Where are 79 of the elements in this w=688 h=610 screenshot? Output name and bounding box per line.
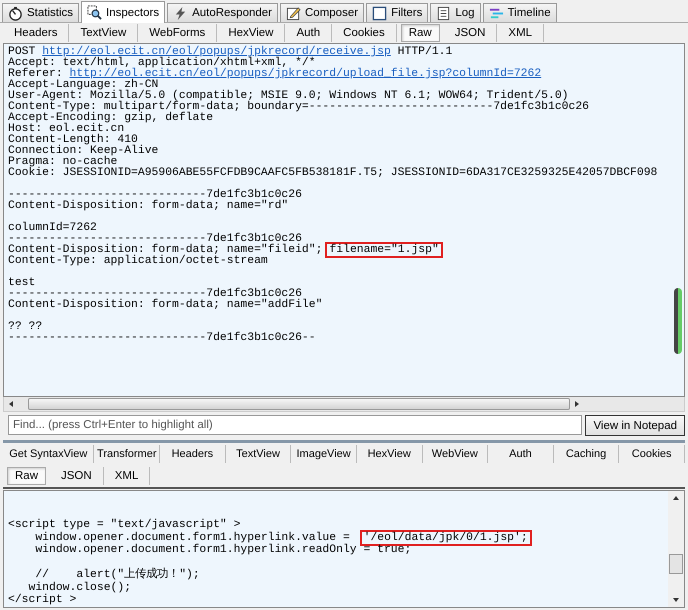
- up-arrow-icon[interactable]: [672, 494, 680, 502]
- view-tab[interactable]: Headers: [3, 24, 70, 42]
- main-tab[interactable]: Log: [430, 3, 481, 22]
- code-text: Content-Disposition: form-data; name="rd": [8, 200, 288, 212]
- code-text: Content-Disposition: form-data; name="fileid";: [8, 244, 322, 256]
- view-tab[interactable]: TextView: [69, 24, 138, 42]
- view-tab[interactable]: Cookies: [332, 24, 397, 42]
- view-tab[interactable]: TextView: [226, 444, 292, 462]
- code-text: Pragma: no-cache: [8, 156, 118, 168]
- code-text: HTTP/1.1: [396, 46, 452, 58]
- view-tab[interactable]: JSON: [444, 24, 498, 42]
- code-text: window.opener.document.form1.hyperlink.value =: [34, 532, 351, 544]
- view-tab[interactable]: Auth: [488, 444, 554, 462]
- code-text: Accept: text/html, application/xhtml+xml, */*: [8, 57, 316, 69]
- code-text: -----------------------------7de1fc3b1c0c26--: [8, 332, 316, 344]
- code-text: <script type = "text/javascript" >: [8, 519, 240, 531]
- view-tab[interactable]: Cookies: [619, 444, 685, 462]
- view-tab[interactable]: XML: [104, 466, 150, 484]
- main-tab[interactable]: AutoResponder: [167, 3, 278, 22]
- scrollbar-thumb[interactable]: [669, 554, 683, 574]
- view-tab[interactable]: JSON: [50, 466, 104, 484]
- code-text: Connection: Keep-Alive: [8, 145, 158, 157]
- code-text: Host: eol.ecit.cn: [8, 123, 124, 135]
- main-tab[interactable]: Timeline: [482, 3, 557, 22]
- main-tab[interactable]: Filters: [366, 3, 428, 22]
- view-tab[interactable]: XML: [497, 24, 544, 42]
- code-text: User-Agent: Mozilla/5.0 (compatible; MSIE 9.0; Windows NT 6.1; WOW64; Trident/5.0): [8, 90, 569, 102]
- view-tab[interactable]: Raw: [7, 466, 46, 484]
- down-arrow-icon[interactable]: [672, 596, 680, 604]
- code-text: Accept-Encoding: gzip, deflate: [8, 112, 214, 124]
- code-text: -----------------------------7de1fc3b1c0c26: [8, 288, 302, 300]
- document-icon: [436, 6, 452, 20]
- view-tab[interactable]: Headers: [160, 444, 226, 462]
- code-text: </script >: [8, 594, 76, 606]
- code-text: Cookie: JSESSIONID=A95906ABE55FCFDB9CAAFC5FB538181F.T5; JSESSIONID=6DA317CE3259325E42057DBCF098: [8, 167, 658, 179]
- view-tab[interactable]: Transformer: [94, 444, 160, 462]
- inspector-icon: [87, 5, 102, 20]
- code-text: POST: [8, 46, 36, 58]
- view-tab[interactable]: WebForms: [138, 24, 218, 42]
- view-tab[interactable]: WebView: [422, 444, 488, 462]
- code-text: -----------------------------7de1fc3b1c0c26: [8, 233, 302, 245]
- code-text: Content-Disposition: form-data; name="addFile": [8, 299, 322, 311]
- scrollbar-thumb[interactable]: [28, 398, 570, 410]
- stopwatch-icon: [8, 6, 23, 20]
- code-text: Content-Type: multipart/form-data; boundary=---------------------------7de1fc3b1c0c26: [8, 101, 590, 113]
- main-tab[interactable]: Composer: [280, 3, 364, 22]
- main-tab[interactable]: Statistics: [2, 3, 80, 22]
- scrollbar-thumb[interactable]: [674, 288, 682, 354]
- find-field[interactable]: Find... (press Ctrl+Enter to highlight all): [8, 415, 582, 435]
- highlighted-text: '/eol/data/jpk/0/1.jsp';: [360, 530, 532, 546]
- code-text: columnId=7262: [8, 222, 97, 234]
- code-text: Accept-Language: zh-CN: [8, 79, 158, 91]
- code-text: ?? ??: [8, 321, 42, 333]
- code-text: Content-Type: application/octet-stream: [8, 255, 268, 267]
- code-text: Referer:: [8, 68, 63, 80]
- view-tab[interactable]: HexView: [356, 444, 423, 462]
- square-icon: [372, 6, 388, 20]
- view-in-notepad-button[interactable]: View in Notepad: [585, 415, 685, 436]
- vertical-scrollbar[interactable]: [668, 491, 684, 606]
- right-arrow-icon[interactable]: [573, 400, 581, 408]
- view-tab[interactable]: HexView: [217, 24, 286, 42]
- main-tab[interactable]: Inspectors: [81, 1, 166, 23]
- code-text: window.opener.document.form1.hyperlink.readOnly = true;: [34, 544, 412, 556]
- code-text: // alert("上传成功！");: [34, 569, 200, 581]
- view-tab[interactable]: Raw: [400, 24, 440, 42]
- code-text: Content-Length: 410: [8, 134, 138, 146]
- code-text: test: [8, 277, 36, 289]
- code-text: -----------------------------7de1fc3b1c0c26: [8, 189, 302, 201]
- pencil-paper-icon: [286, 6, 301, 20]
- url-link[interactable]: http://eol.ecit.cn/eol/popups/jpkrecord/upload_file.jsp?columnId=7262: [70, 68, 542, 80]
- left-arrow-icon[interactable]: [7, 400, 15, 408]
- view-tab[interactable]: ImageView: [291, 444, 357, 462]
- url-link[interactable]: http://eol.ecit.cn/eol/popups/jpkrecord/receive.jsp: [42, 46, 391, 58]
- view-tab[interactable]: Auth: [285, 24, 332, 42]
- highlighted-text: filename="1.jsp": [325, 242, 443, 258]
- horizontal-scrollbar[interactable]: [3, 397, 685, 412]
- view-tab[interactable]: Get SyntaxView: [3, 444, 94, 462]
- view-tab[interactable]: Caching: [554, 444, 620, 462]
- code-text: window.close();: [28, 582, 132, 594]
